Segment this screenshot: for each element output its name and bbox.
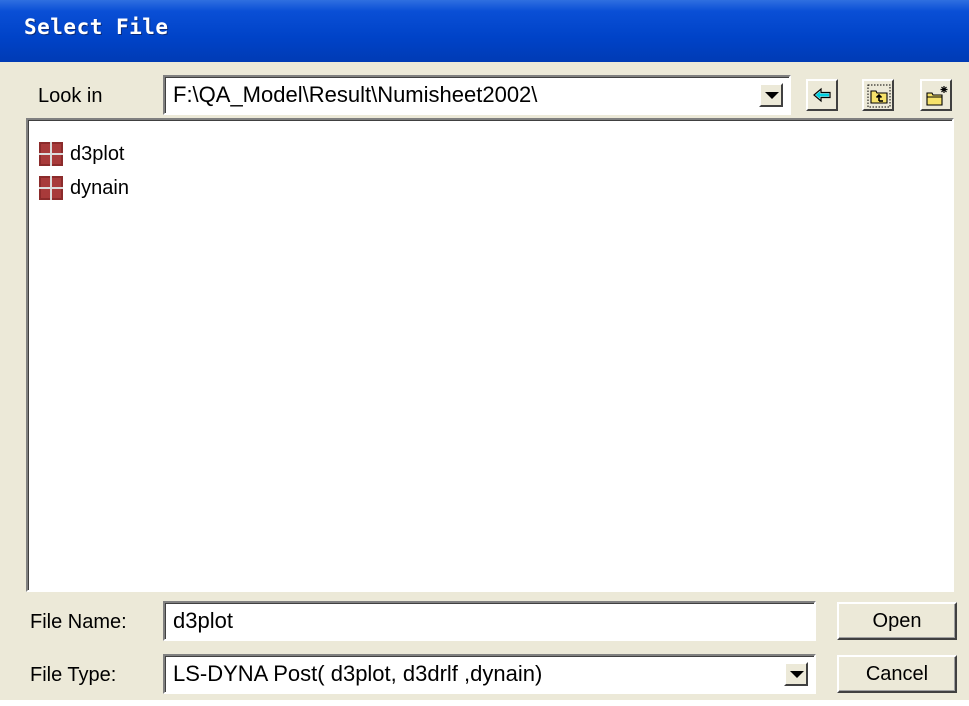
open-button[interactable]: Open — [837, 602, 957, 640]
file-name: dynain — [70, 176, 129, 199]
grid-file-icon — [39, 142, 63, 166]
file-type-combo[interactable]: LS-DYNA Post( d3plot, d3drlf ,dynain) — [163, 654, 816, 694]
file-type-label: File Type: — [30, 664, 117, 686]
new-folder-icon[interactable] — [920, 79, 952, 111]
cancel-button[interactable]: Cancel — [837, 655, 957, 693]
look-in-label: Look in — [38, 85, 103, 107]
chevron-down-icon[interactable] — [784, 662, 808, 686]
file-list[interactable]: d3plot dynain — [26, 118, 954, 592]
chevron-down-icon[interactable] — [759, 83, 783, 107]
grid-file-icon — [39, 176, 63, 200]
up-folder-icon[interactable] — [862, 79, 894, 111]
file-type-value: LS-DYNA Post( d3plot, d3drlf ,dynain) — [173, 661, 543, 686]
look-in-combo[interactable]: F:\QA_Model\Result\Numisheet2002\ — [163, 75, 791, 115]
list-item[interactable]: d3plot — [38, 140, 125, 168]
window-title: Select File — [24, 15, 169, 39]
file-name-label: File Name: — [30, 611, 127, 633]
file-name-field[interactable]: d3plot — [163, 601, 816, 641]
list-item[interactable]: dynain — [38, 174, 129, 202]
look-in-path: F:\QA_Model\Result\Numisheet2002\ — [173, 82, 538, 107]
back-arrow-icon[interactable] — [806, 79, 838, 111]
file-name: d3plot — [70, 142, 125, 165]
title-bar[interactable]: Select File — [0, 0, 969, 62]
select-file-dialog: Select File Look in F:\QA_Model\Result\N… — [0, 0, 969, 700]
file-name-value: d3plot — [173, 608, 233, 633]
